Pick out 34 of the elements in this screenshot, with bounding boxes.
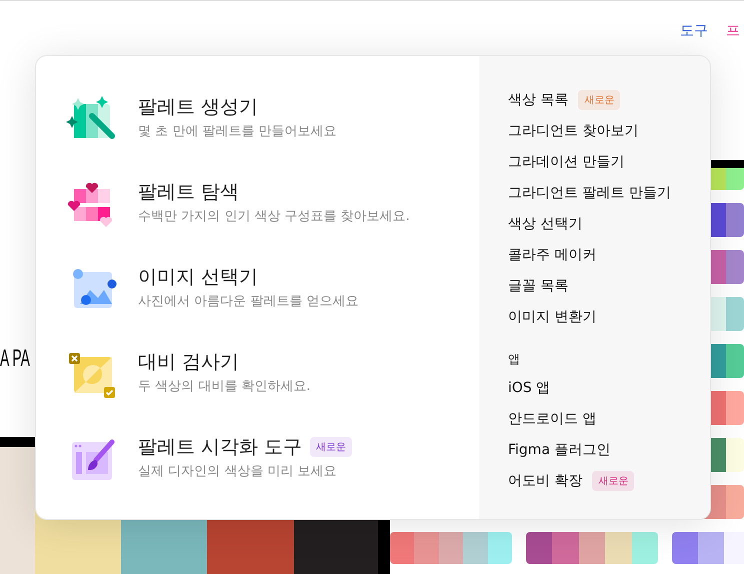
tool-description: 몇 초 만에 팔레트를 만들어보세요 xyxy=(138,123,337,140)
new-badge: 새로운 xyxy=(592,470,634,490)
menu-link[interactable]: 색상 목록 xyxy=(508,90,568,108)
tool-item[interactable]: 팔레트 탐색 수백만 가지의 인기 색상 구성표를 찾아보세요. xyxy=(66,173,479,258)
tool-description: 두 색상의 대비를 확인하세요. xyxy=(138,378,311,395)
tool-title: 대비 검사기 xyxy=(138,350,240,375)
tool-description: 실제 디자인의 색상을 미리 보세요 xyxy=(138,463,338,480)
tool-title: 팔레트 탐색 xyxy=(138,180,240,205)
tool-title: 이미지 선택기 xyxy=(138,265,258,290)
menu-link[interactable]: 어도비 확장 xyxy=(508,472,582,490)
tool-title: 팔레트 생성기 xyxy=(138,95,258,120)
menu-link[interactable]: 그라디언트 팔레트 만들기 xyxy=(508,184,671,202)
tool-item[interactable]: 대비 검사기 두 색상의 대비를 확인하세요. xyxy=(66,343,479,428)
menu-link[interactable]: 그라디언트 찾아보기 xyxy=(508,122,638,140)
tool-description: 수백만 가지의 인기 색상 구성표를 찾아보세요. xyxy=(138,208,410,225)
new-badge: 새로운 xyxy=(578,90,620,110)
menu-link[interactable]: 색상 선택기 xyxy=(508,214,582,232)
tool-description: 사진에서 아름다운 팔레트를 얻으세요 xyxy=(138,293,358,310)
menu-link[interactable]: Figma 플러그인 xyxy=(508,440,610,458)
menu-link[interactable]: 그라데이션 만들기 xyxy=(508,152,624,170)
menu-link[interactable]: 안드로이드 앱 xyxy=(508,410,596,428)
tool-item[interactable]: 팔레트 시각화 도구 새로운 실제 디자인의 색상을 미리 보세요 xyxy=(66,428,479,513)
new-badge: 새로운 xyxy=(310,437,352,457)
tool-item[interactable]: 이미지 선택기 사진에서 아름다운 팔레트를 얻으세요 xyxy=(66,258,479,343)
menu-link[interactable]: iOS 앱 xyxy=(508,378,550,396)
nav-link[interactable]: 도구 xyxy=(680,22,708,40)
nav-link[interactable]: 프 xyxy=(726,22,740,40)
section-heading: 앱 xyxy=(508,350,521,368)
hero-heading: A PA xyxy=(0,345,30,373)
menu-link[interactable]: 글꼴 목록 xyxy=(508,276,568,294)
menu-link[interactable]: 이미지 변환기 xyxy=(508,308,596,326)
tool-title: 팔레트 시각화 도구 xyxy=(138,435,302,460)
tool-item[interactable]: 팔레트 생성기 몇 초 만에 팔레트를 만들어보세요 xyxy=(66,88,479,173)
menu-link[interactable]: 콜라주 메이커 xyxy=(508,246,596,264)
